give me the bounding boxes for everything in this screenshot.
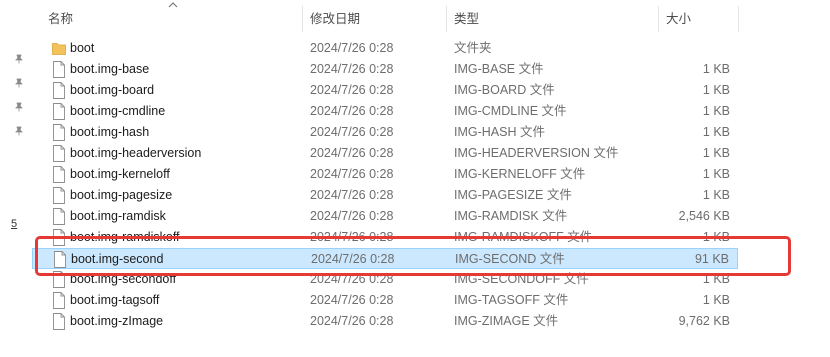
file-modified-date: 2024/7/26 0:28	[310, 83, 394, 97]
file-row[interactable]: boot.img-ramdisk 2024/7/26 0:28 IMG-RAMDIS…	[32, 206, 738, 227]
file-row[interactable]: boot.img-kerneloff 2024/7/26 0:28 IMG-KERN…	[32, 164, 738, 185]
column-divider[interactable]	[738, 6, 739, 32]
file-icon	[53, 166, 65, 183]
pin-icon[interactable]	[14, 54, 24, 64]
file-type: IMG-ZIMAGE 文件	[454, 314, 559, 328]
file-type: IMG-PAGESIZE 文件	[454, 188, 572, 202]
file-type: IMG-HASH 文件	[454, 125, 545, 139]
file-type: IMG-KERNELOFF 文件	[454, 167, 586, 181]
file-size: 2,546 KB	[678, 209, 730, 223]
file-row[interactable]: boot 2024/7/26 0:28 文件夹	[32, 38, 738, 59]
file-size: 1 KB	[702, 188, 730, 202]
file-row[interactable]: boot.img-base 2024/7/26 0:28 IMG-BASE 文件 1 …	[32, 59, 738, 80]
file-name: boot.img-kerneloff	[70, 167, 170, 181]
file-name: boot.img-tagsoff	[70, 293, 160, 307]
file-row[interactable]: boot.img-tagsoff 2024/7/26 0:28 IMG-TAGSOF…	[32, 290, 738, 311]
pin-icon[interactable]	[14, 78, 24, 88]
file-icon	[53, 208, 65, 225]
file-modified-date: 2024/7/26 0:28	[310, 41, 394, 55]
column-divider[interactable]	[302, 6, 303, 32]
file-size: 1 KB	[702, 293, 730, 307]
file-row[interactable]: boot.img-cmdline 2024/7/26 0:28 IMG-CMDLIN…	[32, 101, 738, 122]
pin-icon[interactable]	[14, 102, 24, 112]
file-modified-date: 2024/7/26 0:28	[310, 293, 394, 307]
column-header-name[interactable]: 名称	[42, 0, 302, 38]
file-type: IMG-BOARD 文件	[454, 83, 555, 97]
file-name: boot.img-zImage	[70, 314, 164, 328]
file-name: boot.img-hash	[70, 125, 150, 139]
file-size: 1 KB	[702, 146, 730, 160]
file-modified-date: 2024/7/26 0:28	[310, 314, 394, 328]
file-name: boot.img-board	[70, 83, 155, 97]
file-name: boot.img-cmdline	[70, 104, 166, 118]
folder-icon	[52, 43, 66, 55]
quick-access-strip: 5	[0, 0, 32, 357]
file-row[interactable]: boot.img-hash 2024/7/26 0:28 IMG-HASH 文件 1 …	[32, 122, 738, 143]
column-header-bar: 名称 修改日期 类型 大小	[32, 0, 792, 38]
file-name: boot	[70, 41, 95, 55]
file-row[interactable]: boot.img-zImage 2024/7/26 0:28 IMG-ZIMAGE …	[32, 311, 738, 332]
file-modified-date: 2024/7/26 0:28	[310, 146, 394, 160]
file-size: 9,762 KB	[678, 314, 730, 328]
file-row[interactable]: boot.img-pagesize 2024/7/26 0:28 IMG-PAGES…	[32, 185, 738, 206]
file-size: 1 KB	[702, 125, 730, 139]
file-modified-date: 2024/7/26 0:28	[310, 167, 394, 181]
file-type: IMG-RAMDISK 文件	[454, 209, 568, 223]
pin-icon[interactable]	[14, 126, 24, 136]
file-icon	[53, 145, 65, 162]
file-type: IMG-TAGSOFF 文件	[454, 293, 569, 307]
file-modified-date: 2024/7/26 0:28	[310, 188, 394, 202]
file-size: 1 KB	[702, 104, 730, 118]
file-name: boot.img-base	[70, 62, 150, 76]
file-size: 1 KB	[702, 83, 730, 97]
annotation-highlight	[35, 236, 791, 276]
file-name: boot.img-ramdisk	[70, 209, 166, 223]
file-icon	[53, 292, 65, 309]
column-header-type[interactable]: 类型	[448, 0, 658, 38]
file-modified-date: 2024/7/26 0:28	[310, 125, 394, 139]
file-icon	[53, 187, 65, 204]
file-icon	[53, 61, 65, 78]
file-modified-date: 2024/7/26 0:28	[310, 104, 394, 118]
file-size: 1 KB	[702, 167, 730, 181]
column-header-size[interactable]: 大小	[660, 0, 736, 38]
file-type: 文件夹	[454, 41, 492, 55]
file-modified-date: 2024/7/26 0:28	[310, 62, 394, 76]
column-divider[interactable]	[446, 6, 447, 32]
side-item-label[interactable]: 5	[11, 218, 17, 230]
file-modified-date: 2024/7/26 0:28	[310, 209, 394, 223]
file-icon	[53, 124, 65, 141]
file-icon	[53, 313, 65, 330]
file-row[interactable]: boot.img-board 2024/7/26 0:28 IMG-BOARD 文件…	[32, 80, 738, 101]
file-row[interactable]: boot.img-headerversion 2024/7/26 0:28 IMG-…	[32, 143, 738, 164]
file-icon	[53, 103, 65, 120]
column-divider[interactable]	[658, 6, 659, 32]
file-icon	[53, 82, 65, 99]
column-header-date[interactable]: 修改日期	[304, 0, 446, 38]
file-type: IMG-BASE 文件	[454, 62, 544, 76]
file-type: IMG-HEADERVERSION 文件	[454, 146, 619, 160]
file-size: 1 KB	[702, 62, 730, 76]
file-type: IMG-CMDLINE 文件	[454, 104, 567, 118]
file-name: boot.img-headerversion	[70, 146, 202, 160]
file-name: boot.img-pagesize	[70, 188, 173, 202]
